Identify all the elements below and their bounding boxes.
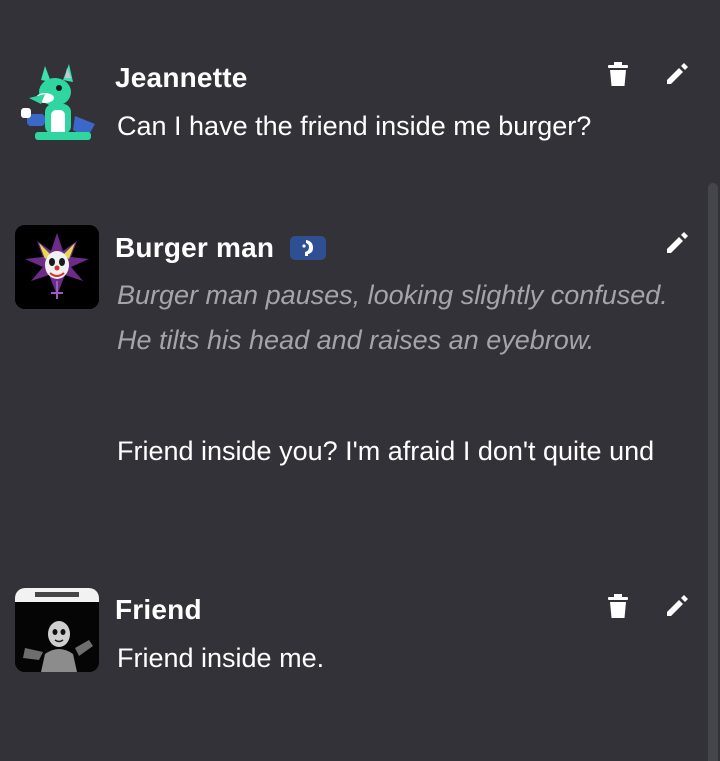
- pencil-icon: [667, 595, 688, 616]
- author-name: Friend: [115, 594, 202, 625]
- action-text: Burger man pauses, looking slightly conf…: [117, 280, 668, 355]
- author-row: Jeannette: [115, 62, 248, 94]
- chat-view: Jeannette Can I have the friend inside m…: [0, 0, 720, 761]
- scrollbar[interactable]: [708, 183, 718, 761]
- author-row: Friend: [115, 594, 202, 626]
- pencil-icon: [667, 63, 688, 84]
- author-row: Burger man: [115, 232, 327, 264]
- bot-badge: [290, 236, 327, 260]
- dark-figure-avatar-icon: [15, 588, 99, 672]
- user-avatar[interactable]: [15, 58, 99, 142]
- edit-button[interactable]: [662, 59, 692, 89]
- message-text: Friend inside me.: [117, 643, 325, 673]
- bot-badge-icon: [302, 240, 314, 256]
- message-text: Can I have the friend inside me burger?: [117, 111, 592, 141]
- edit-button[interactable]: [662, 591, 692, 621]
- delete-button[interactable]: [603, 591, 633, 621]
- message-text: Friend inside you? I'm afraid I don't qu…: [117, 436, 655, 466]
- author-name: Jeannette: [115, 62, 248, 93]
- bot-avatar[interactable]: [15, 588, 99, 672]
- trash-icon: [608, 62, 628, 86]
- fox-character-avatar-icon: [21, 64, 95, 140]
- bot-avatar[interactable]: [15, 225, 99, 309]
- delete-button[interactable]: [603, 59, 633, 89]
- clown-face-avatar-icon: [15, 225, 99, 309]
- author-name: Burger man: [115, 232, 275, 263]
- edit-button[interactable]: [662, 228, 692, 258]
- trash-icon: [608, 594, 628, 618]
- pencil-icon: [667, 232, 688, 253]
